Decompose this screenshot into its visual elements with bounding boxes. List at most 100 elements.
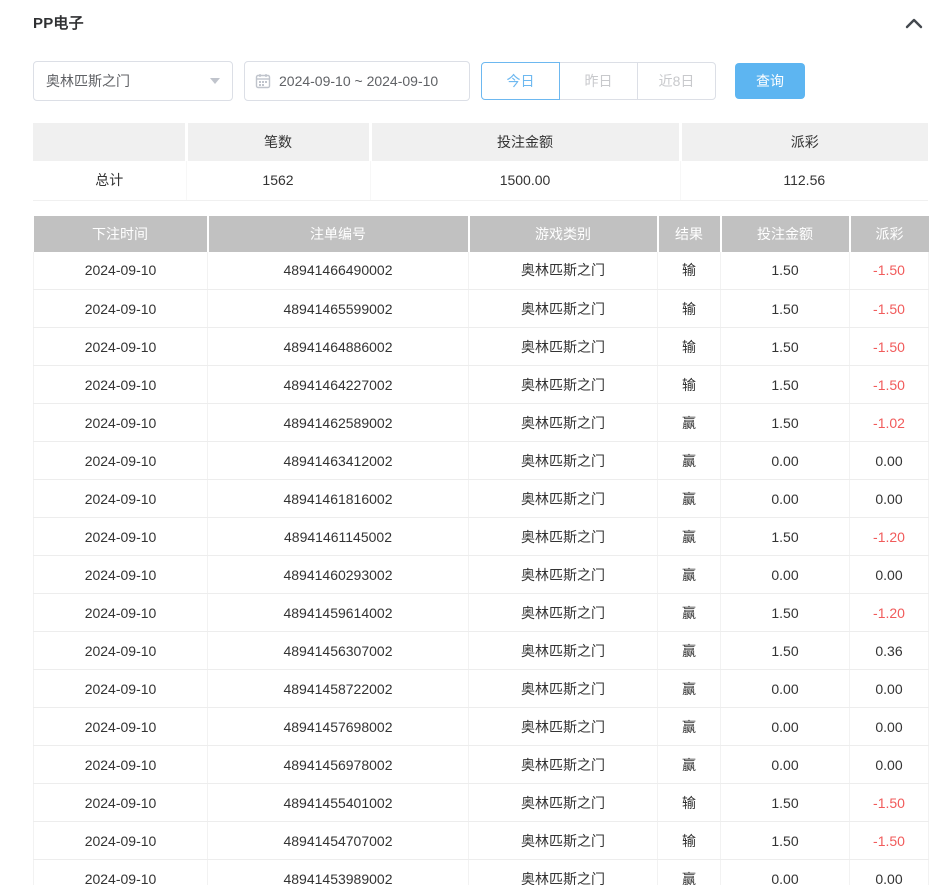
bet-amount-cell: 0.00: [721, 442, 850, 480]
bet-id-cell: 48941454707002: [208, 822, 469, 860]
result-cell: 赢: [658, 670, 721, 708]
result-cell: 赢: [658, 746, 721, 784]
date-range-value: 2024-09-10 ~ 2024-09-10: [279, 73, 438, 89]
bet-amount-cell: 0.00: [721, 480, 850, 518]
game-type-cell: 奥林匹斯之门: [469, 366, 658, 404]
table-row: 2024-09-1048941453989002奥林匹斯之门赢0.000.00: [34, 860, 929, 885]
bet-amount-cell: 1.50: [721, 404, 850, 442]
table-row: 2024-09-1048941456307002奥林匹斯之门赢1.500.36: [34, 632, 929, 670]
summary-header-row: 笔数 投注金额 派彩: [33, 123, 928, 161]
bet-time-cell: 2024-09-10: [34, 632, 208, 670]
payout-cell: 0.00: [850, 860, 929, 885]
game-type-cell: 奥林匹斯之门: [469, 860, 658, 885]
table-row: 2024-09-1048941464227002奥林匹斯之门输1.50-1.50: [34, 366, 929, 404]
bet-id-cell: 48941459614002: [208, 594, 469, 632]
bet-amount-cell: 0.00: [721, 708, 850, 746]
payout-cell: -1.20: [850, 518, 929, 556]
bet-id-cell: 48941461145002: [208, 518, 469, 556]
bet-id-cell: 48941460293002: [208, 556, 469, 594]
game-type-cell: 奥林匹斯之门: [469, 632, 658, 670]
result-cell: 赢: [658, 594, 721, 632]
table-row: 2024-09-1048941463412002奥林匹斯之门赢0.000.00: [34, 442, 929, 480]
payout-cell: 0.00: [850, 670, 929, 708]
payout-cell: 0.00: [850, 480, 929, 518]
game-type-cell: 奥林匹斯之门: [469, 784, 658, 822]
payout-cell: -1.02: [850, 404, 929, 442]
game-type-cell: 奥林匹斯之门: [469, 290, 658, 328]
table-row: 2024-09-1048941461145002奥林匹斯之门赢1.50-1.20: [34, 518, 929, 556]
payout-cell: 0.00: [850, 708, 929, 746]
summary-payout-value: 112.56: [680, 161, 928, 200]
bet-amount-cell: 0.00: [721, 746, 850, 784]
bet-time-cell: 2024-09-10: [34, 746, 208, 784]
header-bet-amount: 投注金额: [721, 216, 850, 252]
yesterday-button[interactable]: 昨日: [559, 62, 638, 100]
bet-time-cell: 2024-09-10: [34, 556, 208, 594]
today-button[interactable]: 今日: [481, 62, 560, 100]
game-type-cell: 奥林匹斯之门: [469, 708, 658, 746]
bet-amount-cell: 1.50: [721, 594, 850, 632]
bet-table-header-row: 下注时间 注单编号 游戏类别 结果 投注金额 派彩: [34, 216, 929, 252]
bet-time-cell: 2024-09-10: [34, 518, 208, 556]
summary-header-count: 笔数: [186, 123, 370, 161]
game-select[interactable]: 奥林匹斯之门: [33, 61, 233, 101]
bet-time-cell: 2024-09-10: [34, 366, 208, 404]
payout-cell: -1.50: [850, 366, 929, 404]
chevron-up-icon: [904, 18, 924, 33]
payout-cell: -1.50: [850, 822, 929, 860]
game-type-cell: 奥林匹斯之门: [469, 556, 658, 594]
game-type-cell: 奥林匹斯之门: [469, 594, 658, 632]
result-cell: 赢: [658, 480, 721, 518]
payout-cell: -1.50: [850, 784, 929, 822]
bet-id-cell: 48941465599002: [208, 290, 469, 328]
game-type-cell: 奥林匹斯之门: [469, 670, 658, 708]
payout-cell: -1.50: [850, 290, 929, 328]
last-8-days-button[interactable]: 近8日: [637, 62, 716, 100]
bet-amount-cell: 0.00: [721, 556, 850, 594]
header-game-type: 游戏类别: [469, 216, 658, 252]
collapse-panel-button[interactable]: [900, 14, 928, 35]
result-cell: 赢: [658, 556, 721, 594]
summary-header-blank: [33, 123, 186, 161]
bet-amount-cell: 1.50: [721, 518, 850, 556]
bet-time-cell: 2024-09-10: [34, 860, 208, 885]
bet-id-cell: 48941463412002: [208, 442, 469, 480]
bet-time-cell: 2024-09-10: [34, 822, 208, 860]
bet-records-table: 下注时间 注单编号 游戏类别 结果 投注金额 派彩 2024-09-104894…: [33, 216, 929, 885]
bet-time-cell: 2024-09-10: [34, 442, 208, 480]
table-row: 2024-09-1048941460293002奥林匹斯之门赢0.000.00: [34, 556, 929, 594]
bet-id-cell: 48941466490002: [208, 252, 469, 290]
summary-count-value: 1562: [186, 161, 370, 200]
summary-total-label: 总计: [33, 161, 186, 200]
bet-id-cell: 48941461816002: [208, 480, 469, 518]
bet-id-cell: 48941455401002: [208, 784, 469, 822]
date-range-input[interactable]: 2024-09-10 ~ 2024-09-10: [244, 61, 470, 101]
payout-cell: -1.50: [850, 252, 929, 290]
game-type-cell: 奥林匹斯之门: [469, 252, 658, 290]
result-cell: 输: [658, 366, 721, 404]
pp-electronic-panel: PP电子 奥林匹斯之门 2024-09-10 ~ 2024-09-10 今日 昨…: [0, 0, 944, 885]
query-button[interactable]: 查询: [735, 63, 805, 99]
quick-date-button-group: 今日 昨日 近8日: [481, 62, 716, 100]
game-type-cell: 奥林匹斯之门: [469, 442, 658, 480]
table-row: 2024-09-1048941456978002奥林匹斯之门赢0.000.00: [34, 746, 929, 784]
bet-time-cell: 2024-09-10: [34, 784, 208, 822]
bet-amount-cell: 1.50: [721, 784, 850, 822]
payout-cell: 0.00: [850, 556, 929, 594]
table-row: 2024-09-1048941466490002奥林匹斯之门输1.50-1.50: [34, 252, 929, 290]
bet-amount-cell: 1.50: [721, 252, 850, 290]
game-type-cell: 奥林匹斯之门: [469, 328, 658, 366]
result-cell: 输: [658, 252, 721, 290]
bet-amount-cell: 1.50: [721, 822, 850, 860]
summary-bet-amount-value: 1500.00: [370, 161, 680, 200]
game-type-cell: 奥林匹斯之门: [469, 404, 658, 442]
bet-id-cell: 48941457698002: [208, 708, 469, 746]
caret-down-icon: [210, 78, 220, 84]
result-cell: 赢: [658, 860, 721, 885]
table-row: 2024-09-1048941462589002奥林匹斯之门赢1.50-1.02: [34, 404, 929, 442]
bet-id-cell: 48941464886002: [208, 328, 469, 366]
summary-total-row: 总计 1562 1500.00 112.56: [33, 161, 928, 200]
game-type-cell: 奥林匹斯之门: [469, 822, 658, 860]
result-cell: 输: [658, 784, 721, 822]
filter-row: 奥林匹斯之门 2024-09-10 ~ 2024-09-10 今日 昨日 近8日…: [33, 61, 928, 101]
